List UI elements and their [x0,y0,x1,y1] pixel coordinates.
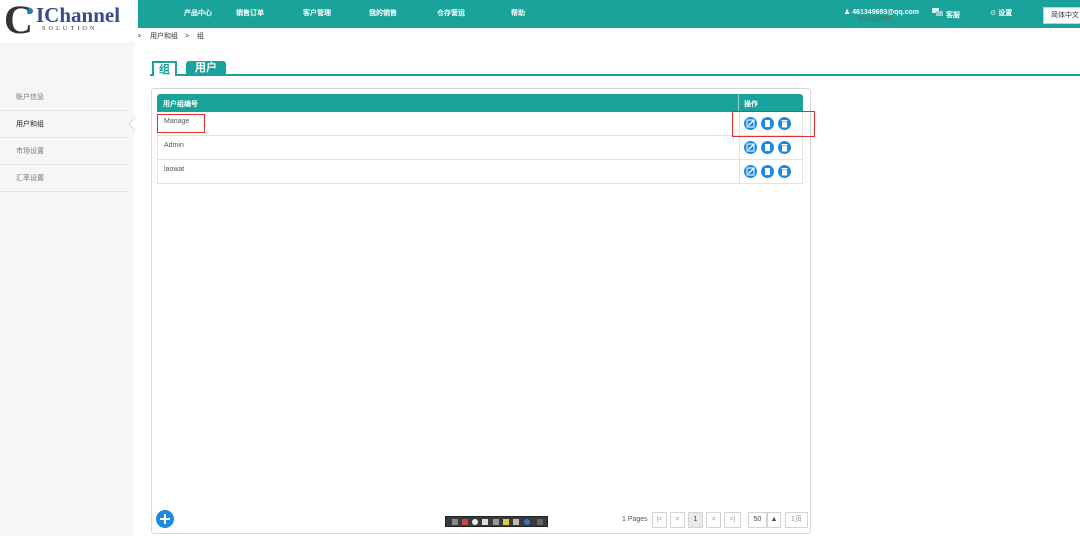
nav-warehouse-operations[interactable]: 仓存营运 [437,8,465,18]
pager-last-button[interactable]: >| [724,512,741,528]
sidebar-item-exchange-rate[interactable]: 汇率设置 [0,165,128,192]
logo-word: IChannel [36,3,121,27]
table-row[interactable]: Admin [157,136,803,160]
ime-icon [513,519,519,525]
sidebar-item-account-info[interactable]: 账户信息 [0,84,128,111]
row-group-name[interactable]: laowat [164,166,184,173]
settings-link[interactable]: ⚙ 设置 [990,8,1012,18]
sidebar: 账户信息 用户和组 市场设置 汇率设置 [0,42,134,536]
edit-icon[interactable] [744,141,757,154]
active-item-notch [128,117,137,131]
ime-icon [503,519,509,525]
logo-tagline: SOLUTION [42,26,98,32]
column-divider [738,94,739,112]
ime-icon [524,519,530,525]
ime-icon [462,519,468,525]
support-link[interactable]: 客服 [932,8,960,20]
pager-page-count: 1 Pages [622,516,648,523]
pager-page-size[interactable]: 50 [748,512,767,528]
gear-icon: ⚙ [990,10,997,17]
support-chat-icon [932,8,946,19]
delete-icon[interactable] [778,165,791,178]
logo-initial: C [4,0,33,42]
user-icon: ♟ [844,9,851,16]
highlight-box-name [157,114,205,133]
tab-underline [150,74,1080,76]
ime-icon [493,519,499,525]
table-header: 用户组编号 操作 [157,94,803,112]
ime-icon [472,519,478,525]
table-row[interactable]: laowat [157,160,803,184]
breadcrumb-users-groups[interactable]: 用户和组 [150,32,178,42]
pager-first-button[interactable]: |< [652,512,667,528]
nav-product-center[interactable]: 产品中心 [184,8,212,18]
nav-help[interactable]: 帮助 [511,8,525,18]
brand-logo[interactable]: C IChannel SOLUTION [0,0,138,40]
pager-size-toggle[interactable]: ▲ [767,512,781,528]
sidebar-item-market-settings[interactable]: 市场设置 [0,138,128,165]
ime-icon [482,519,488,525]
pager-current-page[interactable]: 1 [688,512,703,528]
tab-user[interactable]: 用户 [186,61,226,76]
sidebar-item-users-groups[interactable]: 用户和组 [0,111,128,138]
nav-customer-management[interactable]: 客户管理 [303,8,331,18]
nav-my-sales[interactable]: 我的销售 [369,8,397,18]
account-email: 461349693@qq.com [852,9,919,16]
table-row[interactable]: Manage [157,112,803,136]
copy-icon[interactable] [761,141,774,154]
ime-icon [452,519,458,525]
pager-prev-button[interactable]: < [670,512,685,528]
add-icon[interactable] [156,510,174,528]
pager-page-jump[interactable]: 1页 [785,512,808,528]
tab-group[interactable]: 组 [152,61,177,76]
edit-icon[interactable] [744,165,757,178]
column-header-actions: 操作 [744,101,758,108]
support-label: 客服 [945,12,960,19]
ime-icon [537,519,543,525]
column-divider [739,160,740,184]
nav-sales-orders[interactable]: 销售订单 [236,8,264,18]
breadcrumb-separator: > [185,33,190,40]
settings-label: 设置 [998,10,1013,17]
column-header-group-id[interactable]: 用户组编号 [163,99,198,109]
column-divider [739,136,740,160]
highlight-box-actions [732,111,815,137]
pager-next-button[interactable]: > [706,512,721,528]
account-email-link[interactable]: ♟ 461349693@qq.com [844,8,919,16]
copy-icon[interactable] [761,165,774,178]
logo-dot [27,8,33,14]
delete-icon[interactable] [778,141,791,154]
language-select[interactable]: 简体中文 [1043,7,1080,24]
row-group-name[interactable]: Admin [164,142,184,149]
breadcrumb-current: 组 [197,33,204,40]
account-ghost-text: ICHANNEL [858,16,894,23]
ime-toolbar [445,516,548,527]
